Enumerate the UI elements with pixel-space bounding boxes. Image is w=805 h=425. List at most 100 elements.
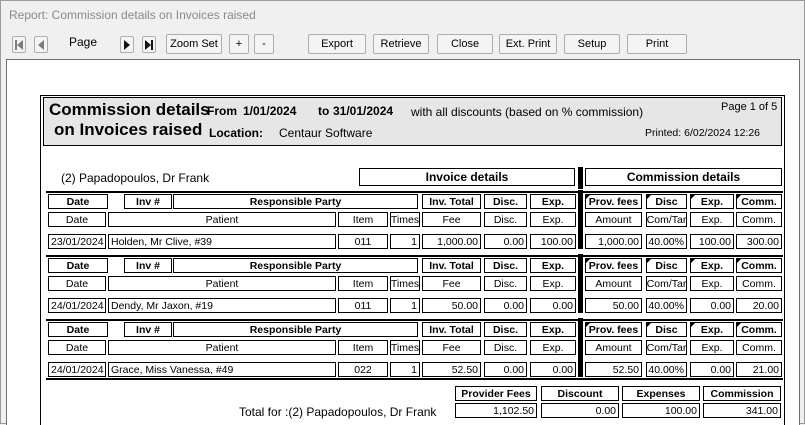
subcol-header-times: Times (390, 276, 420, 291)
row-cell-item: 011 (338, 234, 388, 249)
subcol-header-comm: Comm. (736, 276, 782, 291)
from-label: From (207, 104, 237, 118)
col-header-disc2: Disc (646, 322, 687, 337)
row-cell-disc: 0.00 (484, 298, 527, 313)
row-cell-fee: 50.00 (422, 298, 481, 313)
subcol-header-patient: Patient (108, 276, 336, 291)
subcol-header-comm: Comm. (736, 340, 782, 355)
col-header-inv: Inv # (124, 322, 172, 337)
location-label: Location: (209, 126, 263, 140)
subcol-header-disc: Disc. (484, 340, 527, 355)
col-header-party: Responsible Party (173, 194, 418, 209)
first-page-button[interactable] (12, 36, 26, 53)
report-title-line2: on Invoices raised (54, 120, 203, 139)
subcol-header-comtar: Com/Tar (646, 276, 687, 291)
group-separator (46, 319, 783, 321)
subcol-header-exp2: Exp. (690, 276, 734, 291)
subcol-header-comtar: Com/Tar (646, 212, 687, 227)
col-header-comm: Comm. (736, 258, 782, 273)
col-header-disc: Disc. (484, 194, 527, 209)
row-cell-times: 1 (390, 298, 420, 313)
col-header-date: Date (48, 258, 108, 273)
total-discount: 0.00 (541, 403, 619, 418)
row-cell-comm: 20.00 (736, 298, 782, 313)
col-header-inv: Inv # (124, 258, 172, 273)
col-header-exp: Exp. (530, 258, 576, 273)
row-cell-fee: 1,000.00 (422, 234, 481, 249)
row-cell-item: 011 (338, 298, 388, 313)
col-header-exp2: Exp. (690, 258, 734, 273)
col-header-exp: Exp. (530, 194, 576, 209)
totals-header-expenses: Expenses (622, 386, 700, 401)
page-label: Page (69, 35, 98, 49)
totals-label: Total for :(2) Papadopoulos, Dr Frank (239, 405, 437, 419)
zoom-in-button[interactable]: + (229, 34, 249, 54)
subcol-header-fee: Fee (422, 340, 481, 355)
section-divider (578, 167, 583, 189)
report-title-line1: Commission details (49, 100, 210, 119)
zoom-out-button[interactable]: - (254, 34, 274, 54)
page-info: Page 1 of 5 (721, 101, 778, 113)
subcol-header-amount: Amount (585, 276, 642, 291)
row-cell-exp2: 100.00 (690, 234, 734, 249)
close-button[interactable]: Close (437, 34, 493, 54)
col-header-disc: Disc. (484, 322, 527, 337)
prev-page-button[interactable] (34, 36, 48, 53)
col-header-exp2: Exp. (690, 194, 734, 209)
from-date: 1/01/2024 (243, 104, 297, 118)
total-provider-fees: 1,102.50 (455, 403, 537, 418)
subcol-header-disc: Disc. (484, 276, 527, 291)
col-header-disc: Disc. (484, 258, 527, 273)
row-cell-exp: 0.00 (530, 298, 576, 313)
next-page-icon (124, 39, 130, 50)
row-cell-amount: 50.00 (585, 298, 642, 313)
subcol-header-date: Date (48, 212, 106, 227)
print-button[interactable]: Print (627, 34, 687, 54)
subcol-header-exp: Exp. (530, 212, 576, 227)
subcol-header-item: Item (338, 340, 388, 355)
subcol-header-exp: Exp. (530, 340, 576, 355)
next-page-button[interactable] (120, 36, 134, 53)
export-button[interactable]: Export (308, 34, 366, 54)
subcol-header-patient: Patient (108, 340, 336, 355)
group-separator (46, 191, 783, 193)
zoom-set-button[interactable]: Zoom Set (166, 34, 222, 54)
subcol-header-exp: Exp. (530, 276, 576, 291)
printed-timestamp: Printed: 6/02/2024 12:26 (645, 127, 761, 139)
subcol-header-item: Item (338, 212, 388, 227)
setup-button[interactable]: Setup (564, 34, 620, 54)
retrieve-button[interactable]: Retrieve (373, 34, 429, 54)
totals-header-commission: Commission (703, 386, 781, 401)
subcol-header-exp2: Exp. (690, 212, 734, 227)
col-header-date: Date (48, 194, 108, 209)
row-cell-times: 1 (390, 234, 420, 249)
total-commission: 341.00 (703, 403, 781, 418)
col-header-inv: Inv # (124, 194, 172, 209)
subcol-header-times: Times (390, 212, 420, 227)
col-header-party: Responsible Party (173, 322, 418, 337)
subcol-header-amount: Amount (585, 340, 642, 355)
row-cell-exp2: 0.00 (690, 298, 734, 313)
row-cell-date: 23/01/2024 (48, 234, 106, 249)
to-date: 31/01/2024 (333, 104, 394, 118)
row-cell-comtar: 40.00% (646, 362, 687, 377)
subcol-header-times: Times (390, 340, 420, 355)
section-divider (578, 318, 583, 377)
provider-name: (2) Papadopoulos, Dr Frank (61, 171, 210, 185)
row-cell-date: 24/01/2024 (48, 298, 106, 313)
row-cell-patient: Holden, Mr Clive, #39 (108, 234, 336, 249)
ext-print-button[interactable]: Ext. Print (499, 34, 557, 54)
row-cell-disc: 0.00 (484, 234, 527, 249)
col-header-inv-total: Inv. Total (422, 322, 481, 337)
last-page-button[interactable] (142, 36, 156, 53)
window-title: Report: Commission details on Invoices r… (9, 8, 256, 22)
row-cell-comm: 300.00 (736, 234, 782, 249)
totals-header-discount: Discount (541, 386, 619, 401)
subcol-header-patient: Patient (108, 212, 336, 227)
row-cell-item: 022 (338, 362, 388, 377)
row-cell-exp2: 0.00 (690, 362, 734, 377)
section-divider (578, 254, 583, 313)
subcol-header-date: Date (48, 276, 106, 291)
prev-page-icon (38, 39, 44, 50)
row-cell-exp: 0.00 (530, 362, 576, 377)
